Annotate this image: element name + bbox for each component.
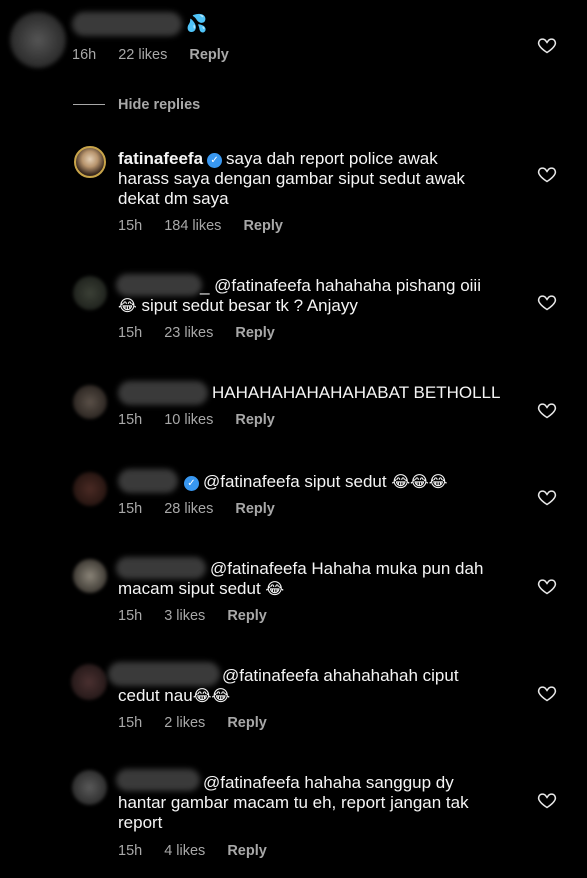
reply-text: macam siput sedut (118, 579, 261, 598)
verified-badge-icon: ✓ (184, 476, 199, 491)
reply-likes[interactable]: 2 likes (164, 715, 205, 731)
reply-text-line: fatinafeefa ✓ saya dah report police awak (118, 149, 438, 169)
reply-meta: 15h 4 likes Reply (118, 843, 289, 859)
avatar[interactable] (10, 12, 66, 68)
reply-meta: 15h 10 likes Reply (118, 412, 297, 428)
avatar[interactable] (71, 664, 107, 700)
reply-meta: 15h 28 likes Reply (118, 501, 297, 517)
reply-button[interactable]: Reply (227, 715, 267, 731)
reply-likes[interactable]: 4 likes (164, 843, 205, 859)
reply-likes[interactable]: 23 likes (164, 325, 213, 341)
laughing-emoji-icon: 😂😂😂 (391, 474, 448, 491)
reply-meta: 15h 2 likes Reply (118, 715, 289, 731)
username-redacted (118, 469, 178, 493)
hide-replies-button[interactable]: Hide replies (118, 97, 200, 113)
comment-time: 16h (72, 47, 97, 63)
reply-time: 15h (118, 325, 143, 341)
reply-time: 15h (118, 715, 143, 731)
avatar[interactable] (74, 146, 106, 178)
like-heart-icon[interactable] (537, 400, 557, 420)
reply-button[interactable]: Reply (227, 843, 267, 859)
like-heart-icon[interactable] (537, 576, 557, 596)
reply-likes[interactable]: 184 likes (164, 218, 221, 234)
reply-time: 15h (118, 608, 143, 624)
reply-button[interactable]: Reply (189, 47, 229, 63)
avatar[interactable] (73, 559, 107, 593)
reply-button[interactable]: Reply (235, 325, 275, 341)
username-redacted (118, 381, 208, 405)
avatar[interactable] (73, 472, 107, 506)
reply-meta: 15h 23 likes Reply (118, 325, 297, 341)
reply-text: @fatinafeefa ahahahahah ciput (222, 666, 459, 685)
username-redacted (108, 662, 220, 686)
reply-text: cedut nau (118, 686, 193, 705)
reply-text: saya dah report police awak (226, 149, 438, 168)
reply-text-line: cedut nau😂😂 (118, 686, 230, 707)
avatar[interactable] (73, 276, 107, 310)
like-heart-icon[interactable] (537, 683, 557, 703)
reply-text: siput sedut besar tk ? Anjayy (141, 296, 358, 315)
reply-text: hantar gambar macam tu eh, report jangan… (118, 793, 469, 812)
reply-text-line: macam siput sedut 😂 (118, 579, 284, 600)
reply-text: @fatinafeefa siput sedut (203, 472, 387, 491)
laughing-emoji-icon: 😂 (265, 581, 285, 598)
reply-button[interactable]: Reply (227, 608, 267, 624)
like-heart-icon[interactable] (537, 790, 557, 810)
username-redacted (116, 557, 206, 579)
reply-meta: 15h 3 likes Reply (118, 608, 289, 624)
divider (73, 104, 105, 105)
like-heart-icon[interactable] (537, 164, 557, 184)
reply-button[interactable]: Reply (243, 218, 283, 234)
reply-text: HAHAHAHAHAHAHABAT BETHOLLL (212, 383, 501, 402)
laughing-emoji-icon: 😂😂 (192, 688, 231, 705)
reply-time: 15h (118, 412, 143, 428)
username-redacted (116, 274, 202, 296)
reply-likes[interactable]: 3 likes (164, 608, 205, 624)
avatar[interactable] (73, 385, 107, 419)
comment-meta: 16h 22 likes Reply (72, 47, 251, 63)
reply-button[interactable]: Reply (235, 501, 275, 517)
reply-button[interactable]: Reply (235, 412, 275, 428)
like-heart-icon[interactable] (537, 35, 557, 55)
reply-text: @fatinafeefa Hahaha muka pun dah (210, 559, 484, 578)
reply-text-line: 😂 siput sedut besar tk ? Anjayy (118, 296, 358, 317)
username[interactable]: fatinafeefa (118, 149, 203, 168)
reply-text: _ @fatinafeefa hahahaha pishang oiii (200, 276, 481, 295)
reply-likes[interactable]: 28 likes (164, 501, 213, 517)
like-heart-icon[interactable] (537, 487, 557, 507)
reply-likes[interactable]: 10 likes (164, 412, 213, 428)
username-redacted (72, 12, 182, 36)
reply-text: harass saya dengan gambar siput sedut aw… (118, 169, 465, 188)
reply-text-line: ✓ @fatinafeefa siput sedut 😂😂😂 (180, 472, 447, 493)
comment-emoji: 💦 (186, 14, 208, 33)
reply-meta: 15h 184 likes Reply (118, 218, 305, 234)
verified-badge-icon: ✓ (207, 153, 223, 168)
reply-text: @fatinafeefa hahaha sanggup dy (203, 773, 454, 792)
reply-time: 15h (118, 843, 143, 859)
laughing-emoji-icon: 😂 (118, 298, 137, 315)
reply-time: 15h (118, 218, 143, 234)
username-redacted (116, 769, 200, 791)
reply-text: dekat dm saya (118, 189, 229, 208)
reply-text: report (118, 813, 163, 832)
comment-likes[interactable]: 22 likes (118, 47, 167, 63)
avatar[interactable] (72, 770, 107, 805)
reply-time: 15h (118, 501, 143, 517)
like-heart-icon[interactable] (537, 292, 557, 312)
